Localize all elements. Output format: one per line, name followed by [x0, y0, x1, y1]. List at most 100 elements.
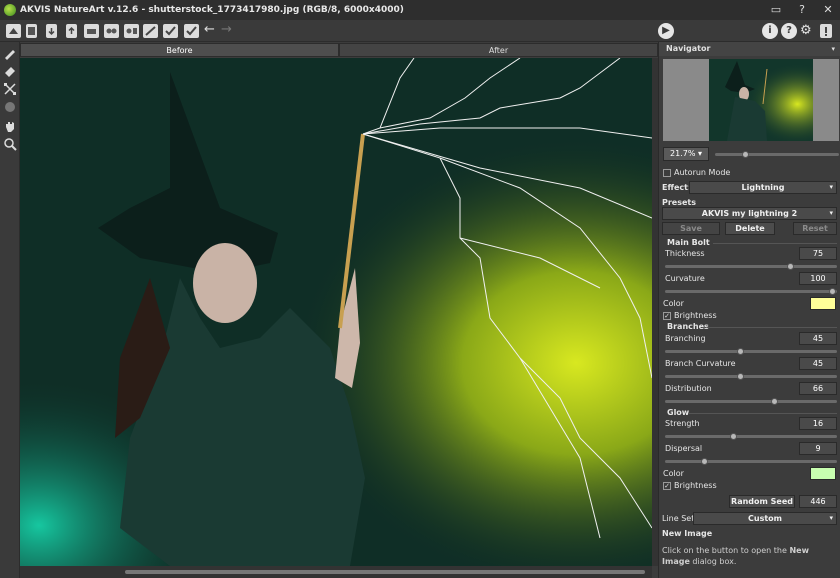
window-title: AKVIS NatureArt v.12.6 - shutterstock_17… — [20, 5, 404, 15]
lineset-dropdown[interactable]: Custom ▾ — [693, 512, 837, 525]
random-seed-input[interactable]: 446 — [799, 495, 837, 508]
random-seed-button[interactable]: Random Seed — [729, 495, 795, 508]
canvas-image — [20, 58, 652, 566]
title-bar: AKVIS NatureArt v.12.6 - shutterstock_17… — [0, 0, 840, 20]
tab-after[interactable]: After — [339, 43, 658, 57]
undo-icon[interactable]: ← — [204, 22, 215, 37]
batch-icon[interactable] — [104, 24, 119, 38]
save-preset-button[interactable]: Save — [662, 222, 720, 235]
glow-title: Glow — [667, 408, 690, 417]
new-image-description: Click on the button to open the New Imag… — [662, 546, 809, 566]
toolbar: ← → ▶ i ? ⚙ — [0, 20, 840, 42]
zoom-dropdown[interactable]: 21.7% ▾ — [663, 147, 709, 161]
dispersal-slider[interactable] — [665, 460, 837, 463]
bolt-color-swatch[interactable] — [810, 297, 836, 310]
branch-curvature-slider-thumb[interactable] — [737, 373, 744, 380]
transform-icon[interactable] — [3, 82, 17, 96]
gear-icon[interactable]: ⚙ — [800, 23, 812, 38]
new-image-title: New Image — [662, 529, 713, 538]
dispersal-slider-thumb[interactable] — [701, 458, 708, 465]
curvature-input[interactable]: 100 — [799, 272, 837, 285]
branch-curvature-input[interactable]: 45 — [799, 357, 837, 370]
preset-dropdown[interactable]: AKVIS my lightning 2 ▾ — [662, 207, 837, 220]
run-icon[interactable]: ▶ — [658, 23, 674, 39]
home-icon[interactable] — [6, 24, 21, 38]
effect-dropdown[interactable]: Lightning ▾ — [689, 181, 837, 194]
horizontal-scrollbar[interactable] — [20, 566, 652, 578]
branch-curvature-slider[interactable] — [665, 375, 837, 378]
export-file-icon[interactable] — [66, 24, 77, 38]
strength-slider[interactable] — [665, 435, 837, 438]
maximize-button[interactable]: ▭ — [770, 3, 782, 16]
branching-slider[interactable] — [665, 350, 837, 353]
brush-icon[interactable] — [143, 24, 158, 38]
left-tool-panel — [0, 42, 20, 578]
history-brush-icon[interactable] — [3, 100, 17, 114]
curvature-label: Curvature — [665, 274, 705, 283]
zoom-row: 21.7% ▾ — [663, 147, 839, 161]
open-file-icon[interactable] — [26, 24, 37, 38]
apply-icon[interactable] — [163, 24, 178, 38]
dispersal-input[interactable]: 9 — [799, 442, 837, 455]
distribution-slider-thumb[interactable] — [771, 398, 778, 405]
glow-color-label: Color — [663, 469, 684, 478]
redo-icon[interactable]: → — [221, 22, 232, 37]
group-divider — [707, 327, 837, 328]
thickness-slider[interactable] — [665, 265, 837, 268]
lineset-label: Line Set — [662, 514, 695, 523]
zoom-slider-thumb[interactable] — [742, 151, 749, 158]
distribution-label: Distribution — [665, 384, 712, 393]
autorun-checkbox[interactable] — [663, 169, 671, 177]
image-canvas[interactable] — [20, 58, 652, 566]
help-icon[interactable]: ? — [781, 23, 797, 39]
help-button[interactable]: ? — [796, 3, 808, 16]
thickness-input[interactable]: 75 — [799, 247, 837, 260]
distribution-input[interactable]: 66 — [799, 382, 837, 395]
tab-before[interactable]: Before — [20, 43, 339, 57]
horizontal-scroll-thumb[interactable] — [125, 570, 645, 574]
save-file-icon[interactable] — [46, 24, 57, 38]
zoom-slider[interactable] — [715, 153, 839, 156]
navigator-title: Navigator — [666, 44, 711, 53]
info-icon[interactable]: i — [762, 23, 778, 39]
branching-label: Branching — [665, 334, 706, 343]
close-button[interactable]: ✕ — [822, 3, 834, 16]
autorun-label: Autorun Mode — [674, 168, 731, 177]
glow-color-swatch[interactable] — [810, 467, 836, 480]
eraser-icon[interactable] — [3, 64, 17, 78]
bolt-brightness-checkbox[interactable]: ✓ — [663, 312, 671, 320]
print-icon[interactable] — [84, 24, 99, 38]
glow-brightness-label: Brightness — [674, 481, 717, 490]
branches-title: Branches — [667, 322, 709, 331]
navigator-thumbnail[interactable] — [709, 59, 813, 141]
thickness-label: Thickness — [665, 249, 705, 258]
glow-brightness-checkbox[interactable]: ✓ — [663, 482, 671, 490]
zoom-icon[interactable] — [3, 137, 17, 151]
view-tabs: Before After — [20, 43, 658, 57]
notification-icon[interactable] — [820, 24, 832, 38]
delete-preset-button[interactable]: Delete — [725, 222, 775, 235]
reset-preset-button[interactable]: Reset — [793, 222, 837, 235]
navigator-preview[interactable] — [663, 59, 839, 141]
main-bolt-title: Main Bolt — [667, 238, 710, 247]
strength-input[interactable]: 16 — [799, 417, 837, 430]
thickness-slider-thumb[interactable] — [787, 263, 794, 270]
navigator-collapse-icon[interactable]: ▾ — [831, 42, 835, 56]
distribution-slider[interactable] — [665, 400, 837, 403]
branching-slider-thumb[interactable] — [737, 348, 744, 355]
settings-brush-icon[interactable] — [184, 24, 199, 38]
hand-icon[interactable] — [3, 119, 17, 133]
effect-label: Effect: — [662, 183, 692, 192]
lightning-pen-icon[interactable] — [3, 46, 17, 60]
strength-label: Strength — [665, 419, 700, 428]
branching-input[interactable]: 45 — [799, 332, 837, 345]
navigator-header: Navigator ▾ — [659, 42, 840, 56]
presets-label: Presets — [662, 198, 697, 207]
curvature-slider[interactable] — [665, 290, 837, 293]
bolt-color-label: Color — [663, 299, 684, 308]
app-logo-icon — [4, 4, 16, 16]
curvature-slider-thumb[interactable] — [829, 288, 836, 295]
strength-slider-thumb[interactable] — [730, 433, 737, 440]
branch-curvature-label: Branch Curvature — [665, 359, 736, 368]
presets-icon[interactable] — [124, 24, 139, 38]
